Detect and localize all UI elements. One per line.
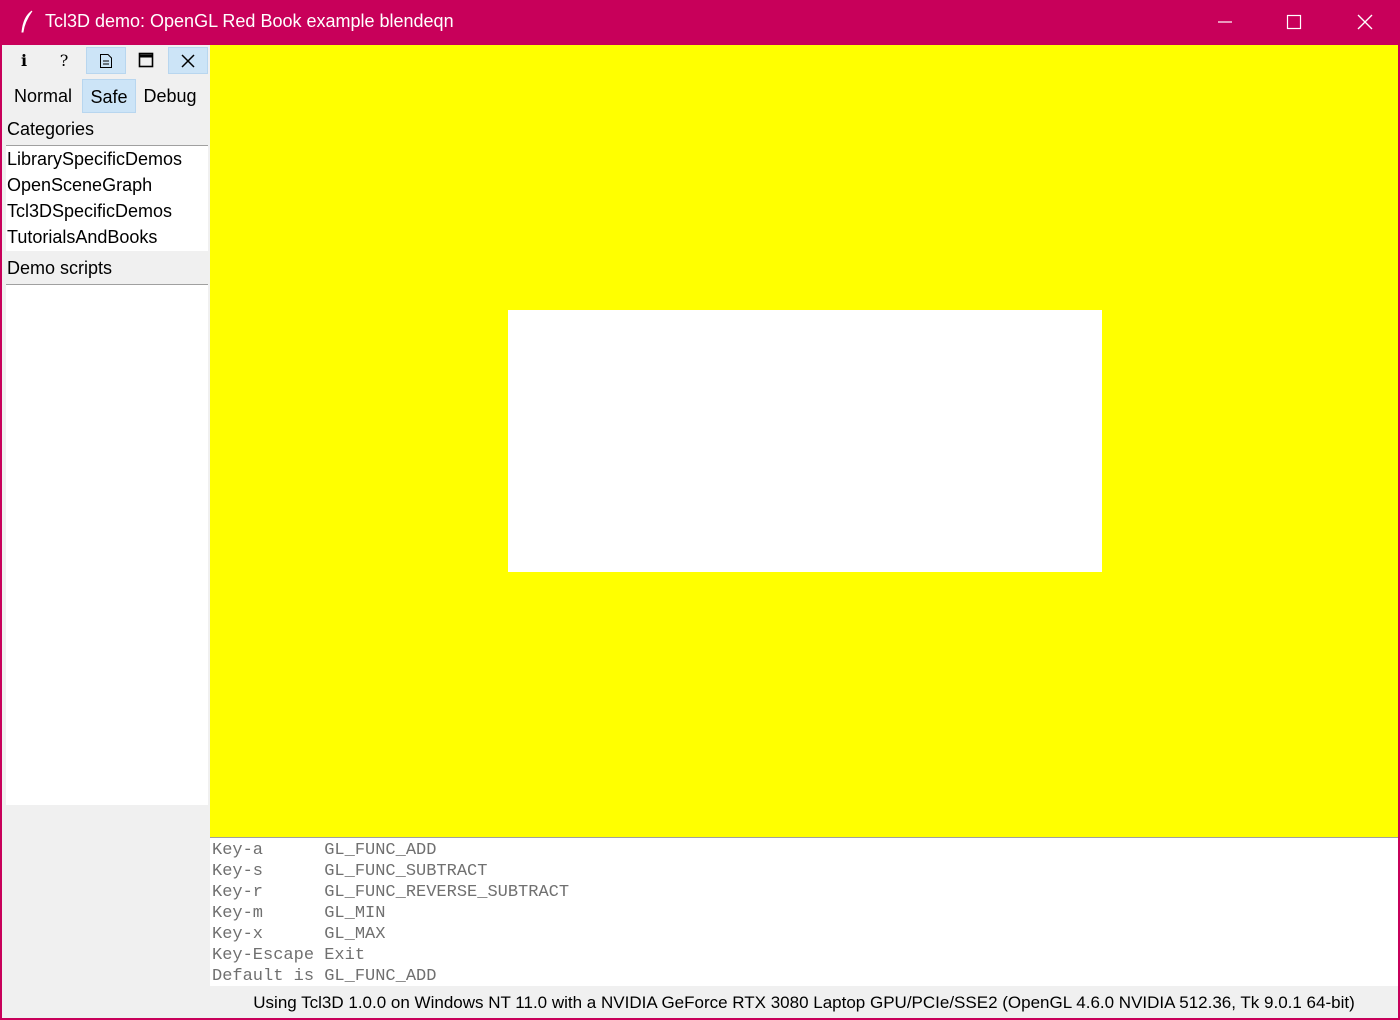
maximize-button[interactable] xyxy=(1259,0,1329,45)
minimize-icon xyxy=(1218,21,1232,23)
close-icon xyxy=(1357,14,1373,30)
window-icon xyxy=(138,52,154,68)
info-line: Default is GL_FUNC_ADD xyxy=(212,967,437,986)
close-icon xyxy=(181,54,195,68)
blended-rectangle xyxy=(508,310,1102,572)
info-icon: i xyxy=(20,51,28,70)
window-title: Tcl3D demo: OpenGL Red Book example blen… xyxy=(45,11,454,31)
info-line: Key-s GL_FUNC_SUBTRACT xyxy=(212,862,488,881)
info-button[interactable]: i xyxy=(4,47,44,74)
info-text-area[interactable]: Key-a GL_FUNC_ADD Key-s GL_FUNC_SUBTRACT… xyxy=(210,837,1398,986)
category-item[interactable]: LibrarySpecificDemos xyxy=(6,146,208,172)
help-button[interactable]: ? xyxy=(44,47,84,74)
title-bar[interactable]: Tcl3D demo: OpenGL Red Book example blen… xyxy=(2,0,1400,45)
status-bar: Using Tcl3D 1.0.0 on Windows NT 11.0 wit… xyxy=(210,987,1398,1018)
exit-button[interactable] xyxy=(168,47,208,74)
left-panel: i ? Normal Safe Debug Categories Library… xyxy=(4,45,210,1018)
maximize-icon xyxy=(1286,14,1302,30)
demo-scripts-label: Demo scripts xyxy=(7,258,113,278)
mode-normal-button[interactable]: Normal xyxy=(8,79,78,113)
help-icon: ? xyxy=(59,51,69,70)
category-item[interactable]: TutorialsAndBooks xyxy=(6,224,208,250)
info-line: Key-Escape Exit xyxy=(212,946,366,965)
feather-icon xyxy=(18,10,36,34)
category-item[interactable]: OpenSceneGraph xyxy=(6,172,208,198)
mode-safe-button[interactable]: Safe xyxy=(82,79,136,113)
demo-scripts-listbox[interactable] xyxy=(6,284,208,805)
app-window: Tcl3D demo: OpenGL Red Book example blen… xyxy=(0,0,1400,1020)
mode-debug-button[interactable]: Debug xyxy=(138,79,202,113)
info-line: Key-m GL_MIN xyxy=(212,904,386,923)
window-button[interactable] xyxy=(126,47,166,74)
categories-label: Categories xyxy=(7,119,95,139)
opengl-canvas[interactable] xyxy=(210,45,1398,837)
info-line: Key-a GL_FUNC_ADD xyxy=(212,841,437,860)
minimize-button[interactable] xyxy=(1190,0,1260,45)
view-source-button[interactable] xyxy=(86,47,126,74)
info-line: Key-x GL_MAX xyxy=(212,925,386,944)
category-item[interactable]: Tcl3DSpecificDemos xyxy=(6,198,208,224)
document-icon xyxy=(100,54,112,68)
info-line: Key-r GL_FUNC_REVERSE_SUBTRACT xyxy=(212,883,570,902)
close-window-button[interactable] xyxy=(1330,0,1400,45)
categories-listbox[interactable]: LibrarySpecificDemos OpenSceneGraph Tcl3… xyxy=(6,145,208,251)
